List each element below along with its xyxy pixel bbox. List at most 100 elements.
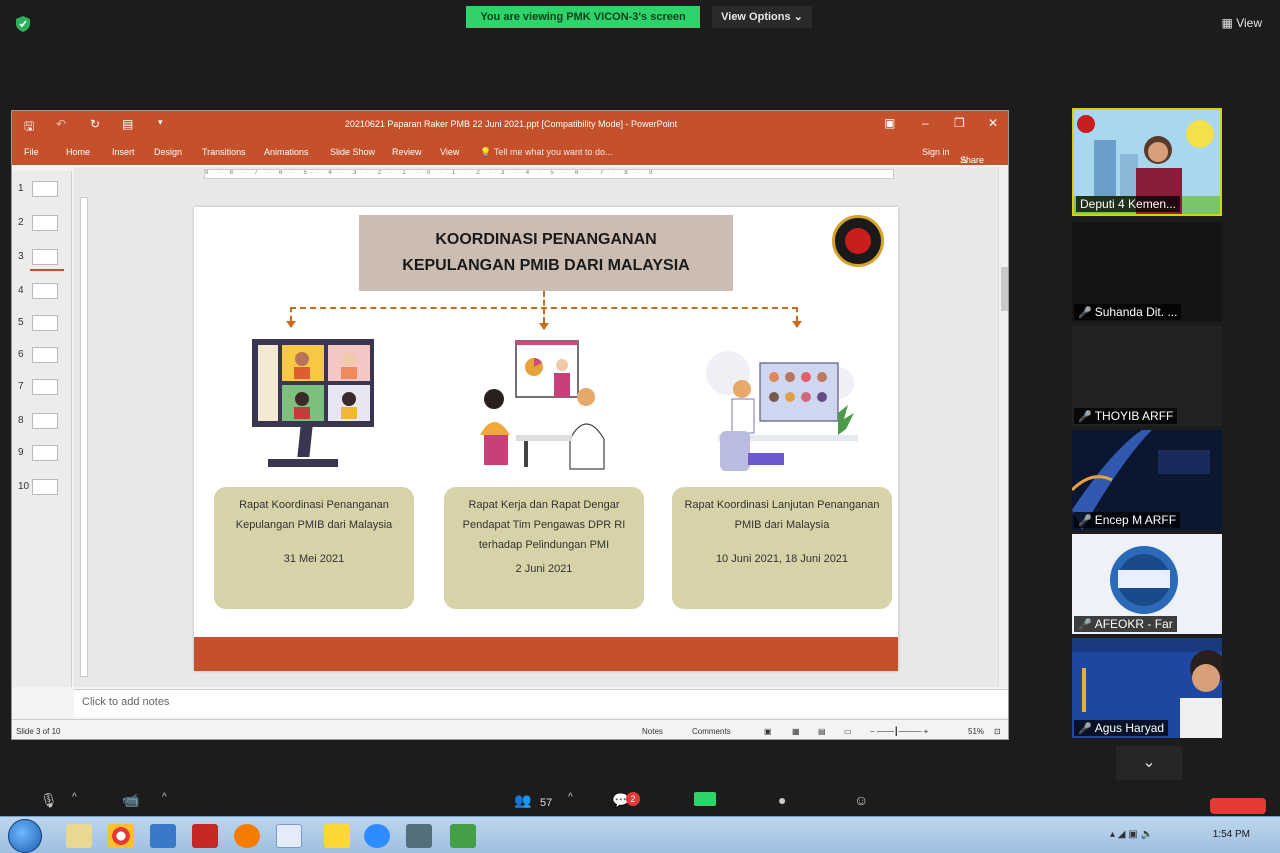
tab-home[interactable]: Home — [66, 147, 90, 157]
slide-thumbnail[interactable]: 7 — [18, 377, 66, 399]
meeting-presentation-illustration — [480, 340, 605, 470]
undo-icon[interactable]: ↶ — [56, 117, 66, 131]
slide-thumbnail-pane: 1 2 3 4 5 6 7 8 9 10 — [12, 171, 72, 687]
slide-number: 1 — [18, 183, 24, 194]
tray-icons[interactable]: ▴ ◢ ▣ 🔈 — [1110, 829, 1153, 840]
present-icon[interactable]: ▤ — [122, 117, 133, 131]
shield-icon[interactable] — [16, 16, 30, 32]
tab-view[interactable]: View — [440, 147, 459, 157]
ribbon-display-icon[interactable]: ▣ — [884, 116, 895, 130]
video-options-chevron[interactable]: ^ — [162, 792, 167, 803]
customize-qat-icon[interactable]: ▾ — [158, 117, 163, 128]
participant-tile[interactable]: 🎤 Encep M ARFF — [1072, 430, 1222, 530]
slide-number: 9 — [18, 447, 24, 458]
office-icon[interactable] — [150, 824, 176, 848]
notes-icon[interactable] — [324, 824, 350, 848]
zoom-level: 51% — [968, 727, 985, 736]
comments-toggle[interactable]: Comments — [692, 727, 731, 736]
slide-footer-bar — [194, 637, 898, 671]
participant-label: 🎤 THOYIB ARFF — [1074, 408, 1178, 424]
restore-icon[interactable]: ❐ — [954, 116, 965, 130]
tab-file[interactable]: File — [24, 147, 39, 157]
slide-title-line-1: KOORDINASI PENANGANAN — [435, 231, 657, 248]
mic-muted-icon: 🎤 — [1078, 619, 1092, 631]
meeting-description: Rapat Kerja dan Rapat Dengar Pendapat Ti… — [462, 499, 626, 551]
save-icon[interactable]: 🖫 — [24, 117, 34, 138]
fit-slide-icon[interactable]: ⊡ — [994, 727, 1001, 736]
tab-transitions[interactable]: Transitions — [202, 147, 246, 157]
participant-tile-active-speaker[interactable]: Deputi 4 Kemen... — [1072, 108, 1222, 216]
reading-view-icon[interactable]: ▤ — [818, 727, 826, 736]
thumbnail-image — [32, 181, 58, 197]
slide-thumbnail[interactable]: 6 — [18, 345, 66, 367]
slide-thumbnail[interactable]: 10 — [18, 477, 66, 499]
audio-options-chevron[interactable]: ^ — [72, 792, 77, 803]
tab-review[interactable]: Review — [392, 147, 422, 157]
close-icon[interactable]: ✕ — [988, 116, 998, 130]
slide-thumbnail[interactable]: 1 — [18, 179, 66, 201]
slide-thumbnail[interactable]: 9 — [18, 443, 66, 465]
participant-label: 🎤 Agus Haryad — [1074, 720, 1169, 736]
slide-number: 7 — [18, 381, 24, 392]
participants-button[interactable]: 👥 — [514, 792, 531, 809]
mic-muted-icon: 🎤 — [1078, 723, 1092, 735]
firefox-icon[interactable] — [234, 824, 260, 848]
participant-label: 🎤 Encep M ARFF — [1074, 512, 1181, 528]
participant-tile[interactable]: 🎤 AFEOKR - Far — [1072, 534, 1222, 634]
minimize-icon[interactable]: – — [922, 116, 929, 130]
participant-tile[interactable]: 🎤 Agus Haryad — [1072, 638, 1222, 738]
video-button[interactable]: 📹 — [122, 792, 139, 809]
participant-name: THOYIB ARFF — [1094, 409, 1174, 423]
scroll-down-button[interactable]: ⌄ — [1116, 746, 1182, 780]
slide-thumbnail[interactable]: 8 — [18, 411, 66, 433]
slide-indicator: Slide 3 of 10 — [16, 727, 61, 736]
view-layout-button[interactable]: ▦ View — [1222, 16, 1262, 30]
participant-tile[interactable]: 🎤 THOYIB ARFF — [1072, 326, 1222, 426]
slide-sorter-icon[interactable]: ▦ — [792, 727, 800, 736]
slide[interactable]: KOORDINASI PENANGANAN KEPULANGAN PMIB DA… — [194, 207, 898, 671]
participant-name: Agus Haryad — [1094, 721, 1165, 735]
notes-pane[interactable]: Click to add notes — [74, 689, 1008, 717]
participant-name: Deputi 4 Kemen... — [1076, 196, 1181, 212]
reactions-button[interactable]: ☺ — [854, 792, 868, 808]
mute-button[interactable]: 🎙 — [40, 792, 58, 809]
share-screen-button[interactable] — [694, 792, 716, 809]
slide-thumbnail[interactable]: 5 — [18, 313, 66, 335]
view-options-button[interactable]: View Options ⌄ — [712, 6, 812, 28]
tab-design[interactable]: Design — [154, 147, 182, 157]
slide-thumbnail[interactable]: 2 — [18, 213, 66, 235]
redo-icon[interactable]: ↻ — [90, 117, 100, 131]
tab-slide-show[interactable]: Slide Show — [330, 147, 375, 157]
slide-title-box: KOORDINASI PENANGANAN KEPULANGAN PMIB DA… — [359, 215, 733, 291]
slideshow-icon[interactable]: ▭ — [844, 727, 852, 736]
word-icon[interactable] — [276, 824, 302, 848]
app-icon[interactable] — [192, 824, 218, 848]
record-button[interactable]: ● — [778, 792, 786, 808]
app-icon[interactable] — [406, 824, 432, 848]
slide-thumbnail-active[interactable]: 3 — [18, 247, 66, 271]
notes-toggle[interactable]: Notes — [642, 727, 663, 736]
tab-animations[interactable]: Animations — [264, 147, 309, 157]
participants-options-chevron[interactable]: ^ — [568, 792, 573, 803]
people-icon: 👥 — [514, 792, 532, 808]
end-meeting-button[interactable] — [1210, 798, 1266, 814]
video-conference-illustration — [252, 339, 374, 467]
normal-view-icon[interactable]: ▣ — [764, 727, 772, 736]
tab-insert[interactable]: Insert — [112, 147, 135, 157]
vertical-scrollbar[interactable] — [998, 167, 1008, 687]
slide-number: 5 — [18, 317, 24, 328]
participant-label: 🎤 AFEOKR - Far — [1074, 616, 1177, 632]
tell-me-input[interactable]: Tell me what you want to do... — [494, 147, 613, 157]
participant-tile[interactable]: 🎤 Suhanda Dit. ... — [1072, 222, 1222, 322]
sign-in-link[interactable]: Sign in — [922, 147, 950, 157]
zoom-icon[interactable] — [364, 824, 390, 848]
app-icon[interactable] — [450, 824, 476, 848]
zoom-slider[interactable]: − ───┃──── + — [870, 727, 928, 736]
thumbnail-image — [32, 283, 58, 299]
slide-thumbnail[interactable]: 4 — [18, 281, 66, 303]
start-button[interactable] — [8, 819, 42, 853]
meeting-description: Rapat Koordinasi Lanjutan Penanganan PMI… — [684, 499, 880, 531]
scrollbar-thumb[interactable] — [1001, 267, 1008, 311]
chrome-icon[interactable] — [108, 824, 134, 848]
explorer-icon[interactable] — [66, 824, 92, 848]
